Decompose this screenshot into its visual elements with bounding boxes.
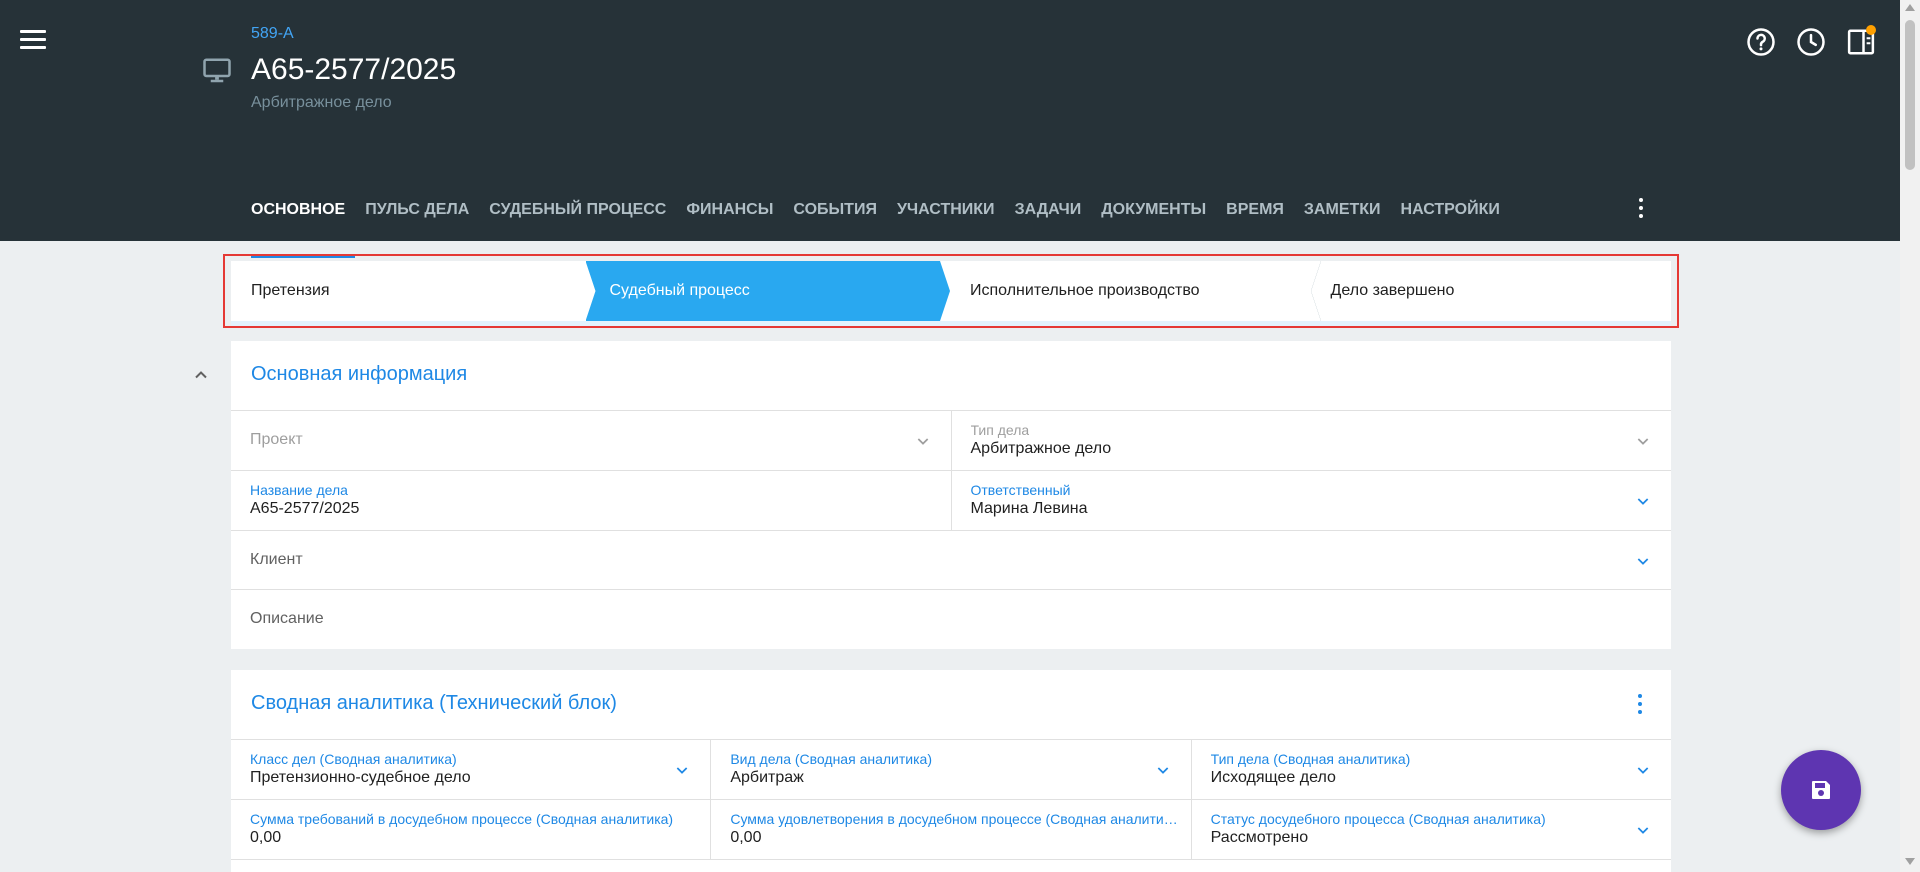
case-class-field[interactable]: Класс дел (Сводная аналитика) Претензион… <box>231 740 712 800</box>
clock-icon[interactable] <box>1796 27 1826 57</box>
case-class-label: Класс дел (Сводная аналитика) <box>250 751 457 767</box>
case-kind-label: Вид дела (Сводная аналитика) <box>730 751 932 767</box>
client-field[interactable]: Клиент <box>231 531 1671 591</box>
satisfied-sum-value: 0,00 <box>730 829 762 846</box>
help-icon[interactable] <box>1746 27 1776 57</box>
case-type-field[interactable]: Тип дела Арбитражное дело <box>952 411 1672 471</box>
chevron-down-icon[interactable] <box>1155 762 1171 778</box>
pretrial-status-value: Рассмотрено <box>1210 829 1309 846</box>
tab-participants[interactable]: УЧАСТНИКИ <box>887 196 1005 241</box>
case-tabs: ОСНОВНОЕ ПУЛЬС ДЕЛА СУДЕБНЫЙ ПРОЦЕСС ФИН… <box>251 196 1510 258</box>
analytics-type-label: Тип дела (Сводная аналитика) <box>1210 751 1411 767</box>
case-subtitle: Арбитражное дело <box>251 94 392 111</box>
page-scrollbar[interactable] <box>1900 0 1920 872</box>
tab-time[interactable]: ВРЕМЯ <box>1216 196 1294 241</box>
stage-bar: Претензия Судебный процесс Исполнительно… <box>231 261 1671 321</box>
chevron-down-icon[interactable] <box>1635 822 1651 838</box>
chevron-down-icon[interactable] <box>1635 433 1651 449</box>
tab-pulse[interactable]: ПУЛЬС ДЕЛА <box>355 196 479 241</box>
scroll-down-arrow[interactable] <box>1905 858 1915 865</box>
pretrial-status-label: Статус досудебного процесса (Сводная ана… <box>1210 811 1546 827</box>
page-title: А65-2577/2025 <box>251 53 457 86</box>
client-placeholder: Клиент <box>250 551 303 568</box>
notification-dot <box>1866 25 1876 35</box>
scroll-up-arrow[interactable] <box>1905 4 1915 11</box>
tab-documents[interactable]: ДОКУМЕНТЫ <box>1091 196 1216 241</box>
save-button[interactable] <box>1781 750 1861 830</box>
monitor-icon <box>203 58 231 83</box>
claims-sum-field[interactable]: Сумма требований в досудебном процессе (… <box>231 800 712 860</box>
case-code[interactable]: 589-A <box>251 25 294 43</box>
chevron-up-icon[interactable] <box>191 365 211 385</box>
save-icon <box>1812 781 1830 799</box>
case-kind-field[interactable]: Вид дела (Сводная аналитика) Арбитраж <box>711 740 1192 800</box>
claims-sum-value: 0,00 <box>250 829 282 846</box>
analytics-type-field[interactable]: Тип дела (Сводная аналитика) Исходящее д… <box>1192 740 1671 800</box>
pretrial-status-field[interactable]: Статус досудебного процесса (Сводная ана… <box>1192 800 1671 860</box>
chevron-down-icon[interactable] <box>1635 762 1651 778</box>
analytics-title: Сводная аналитика (Технический блок) <box>251 692 617 714</box>
tab-settings[interactable]: НАСТРОЙКИ <box>1391 196 1510 241</box>
case-type-value: Арбитражное дело <box>970 440 1112 457</box>
menu-icon[interactable] <box>20 30 46 52</box>
satisfied-sum-field[interactable]: Сумма удовлетворения в досудебном процес… <box>711 800 1192 860</box>
chevron-down-icon[interactable] <box>674 762 690 778</box>
case-class-value: Претензионно-судебное дело <box>250 769 471 786</box>
case-type-label: Тип дела <box>970 422 1030 438</box>
project-placeholder: Проект <box>250 431 303 448</box>
more-vert-icon[interactable] <box>1636 198 1646 222</box>
project-field[interactable]: Проект <box>231 411 952 471</box>
case-header: 589-A А65-2577/2025 Арбитражное дело ОСН… <box>0 0 1900 258</box>
case-kind-value: Арбитраж <box>730 769 804 786</box>
tab-events[interactable]: СОБЫТИЯ <box>783 196 887 241</box>
stage-enforcement[interactable]: Исполнительное производство <box>950 261 1311 321</box>
responsible-value: Марина Левина <box>970 500 1088 517</box>
claims-sum-label: Сумма требований в досудебном процессе (… <box>250 811 674 827</box>
stage-court-process[interactable]: Судебный процесс <box>586 261 951 321</box>
scroll-thumb[interactable] <box>1905 20 1915 170</box>
stage-completed[interactable]: Дело завершено <box>1310 261 1672 321</box>
more-vert-icon[interactable] <box>1635 694 1645 718</box>
stage-claim[interactable]: Претензия <box>231 261 592 321</box>
panel-icon[interactable] <box>1846 25 1876 57</box>
description-field[interactable]: Описание <box>231 590 1671 650</box>
basic-info-title: Основная информация <box>251 363 468 385</box>
tab-finance[interactable]: ФИНАНСЫ <box>676 196 783 241</box>
case-name-field[interactable]: Название дела А65-2577/2025 <box>231 471 952 531</box>
case-name-value: А65-2577/2025 <box>250 500 360 517</box>
tab-notes[interactable]: ЗАМЕТКИ <box>1294 196 1391 241</box>
analytics-type-value: Исходящее дело <box>1210 769 1336 786</box>
basic-info-card: Основная информация Проект Тип дела Арби… <box>231 341 1671 649</box>
chevron-down-icon[interactable] <box>915 433 931 449</box>
tab-court-process[interactable]: СУДЕБНЫЙ ПРОЦЕСС <box>479 196 676 241</box>
case-name-label: Название дела <box>250 482 348 498</box>
analytics-card: Сводная аналитика (Технический блок) Кла… <box>231 670 1671 872</box>
satisfied-sum-label: Сумма удовлетворения в досудебном процес… <box>730 811 1180 827</box>
description-placeholder: Описание <box>250 610 324 627</box>
responsible-label: Ответственный <box>970 482 1071 498</box>
stage-bar-underline <box>231 321 1671 326</box>
chevron-down-icon[interactable] <box>1635 493 1651 509</box>
tab-main[interactable]: ОСНОВНОЕ <box>251 196 356 258</box>
responsible-field[interactable]: Ответственный Марина Левина <box>952 471 1672 531</box>
tab-tasks[interactable]: ЗАДАЧИ <box>1005 196 1092 241</box>
chevron-down-icon[interactable] <box>1635 553 1651 569</box>
